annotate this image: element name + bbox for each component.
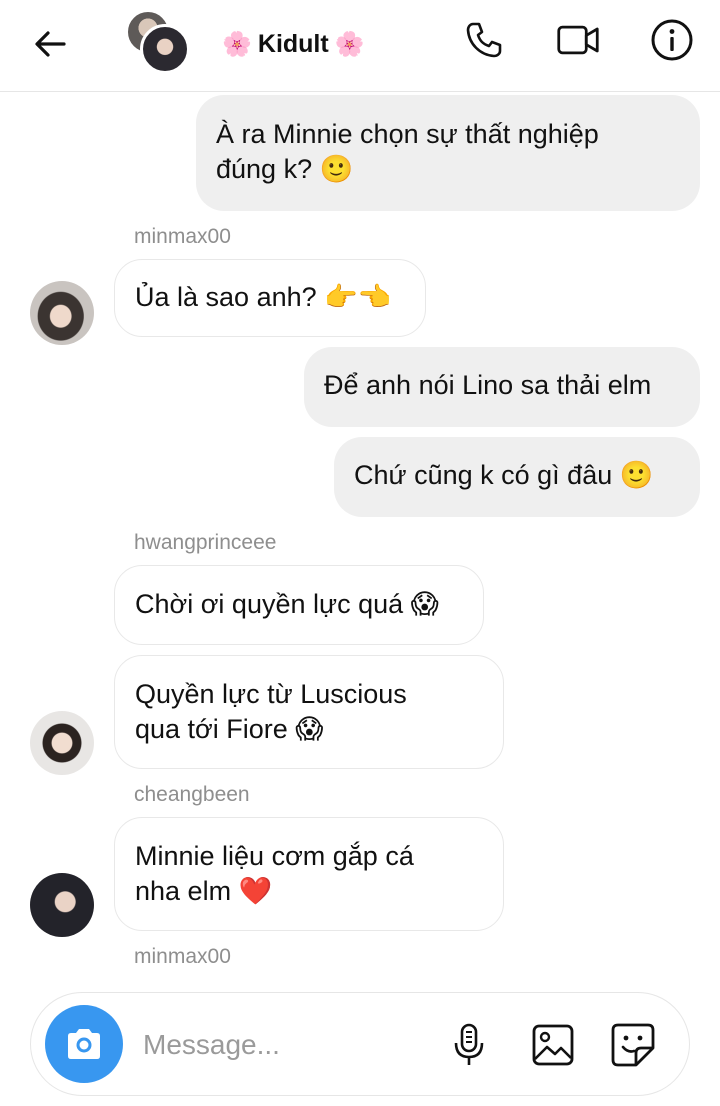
group-name: Kidult xyxy=(257,29,329,58)
avatar[interactable] xyxy=(30,711,94,775)
phone-icon xyxy=(466,22,502,58)
avatar[interactable] xyxy=(30,281,94,345)
video-camera-icon xyxy=(557,25,599,55)
back-button[interactable] xyxy=(28,22,72,66)
info-icon xyxy=(651,19,693,61)
camera-button[interactable] xyxy=(45,1005,123,1083)
chat-title[interactable]: 🌸 Kidult 🌸 xyxy=(222,26,365,62)
microphone-icon xyxy=(454,1023,484,1065)
group-avatar[interactable] xyxy=(124,8,194,74)
outgoing-message[interactable]: Để anh nói Lino sa thải elm xyxy=(304,347,700,427)
chat-header: 🌸 Kidult 🌸 xyxy=(0,0,720,92)
message-input[interactable] xyxy=(143,1023,423,1067)
outgoing-message[interactable]: À ra Minnie chọn sự thất nghiệp đúng k? … xyxy=(196,95,700,211)
message-text: nha elm ❤️ xyxy=(135,876,273,906)
incoming-message[interactable]: Minnie liệu cơm gắp cá nha elm ❤️ xyxy=(114,817,504,931)
voice-message-button[interactable] xyxy=(445,1021,493,1069)
message-text: Ủa là sao anh? 👉👈 xyxy=(135,282,392,312)
sticker-icon xyxy=(611,1023,655,1067)
incoming-message[interactable]: Chời ơi quyền lực quá 😱 xyxy=(114,565,484,645)
message-text: Minnie liệu cơm gắp cá xyxy=(135,841,414,871)
message-list[interactable]: À ra Minnie chọn sự thất nghiệp đúng k? … xyxy=(0,93,720,973)
gallery-icon xyxy=(532,1024,574,1066)
info-button[interactable] xyxy=(650,18,694,62)
member-avatar xyxy=(140,24,190,74)
message-text: Chời ơi quyền lực quá 😱 xyxy=(135,589,439,619)
outgoing-message[interactable]: Chứ cũng k có gì đâu 🙂 xyxy=(334,437,700,517)
message-text: đúng k? 🙂 xyxy=(216,154,354,184)
message-text: Để anh nói Lino sa thải elm xyxy=(324,370,652,400)
incoming-message[interactable]: Quyền lực từ Luscious qua tới Fiore 😱 xyxy=(114,655,504,769)
incoming-message[interactable]: Ủa là sao anh? 👉👈 xyxy=(114,259,426,337)
sticker-button[interactable] xyxy=(609,1021,657,1069)
flower-emoji: 🌸 xyxy=(334,30,365,58)
message-text: qua tới Fiore 😱 xyxy=(135,714,324,744)
message-text: Quyền lực từ Luscious xyxy=(135,679,407,709)
flower-emoji: 🌸 xyxy=(222,30,252,58)
camera-icon xyxy=(68,1029,100,1059)
sender-name: cheangbeen xyxy=(134,783,250,806)
back-arrow-icon xyxy=(35,31,66,57)
sender-name: minmax00 xyxy=(134,945,231,968)
gallery-button[interactable] xyxy=(529,1021,577,1069)
message-composer xyxy=(30,992,690,1096)
sender-name: minmax00 xyxy=(134,225,231,248)
voice-call-button[interactable] xyxy=(462,18,506,62)
sender-name: hwangprinceee xyxy=(134,531,277,554)
avatar[interactable] xyxy=(30,873,94,937)
video-call-button[interactable] xyxy=(556,18,600,62)
message-text: Chứ cũng k có gì đâu 🙂 xyxy=(354,460,654,490)
message-text: À ra Minnie chọn sự thất nghiệp xyxy=(216,119,599,149)
